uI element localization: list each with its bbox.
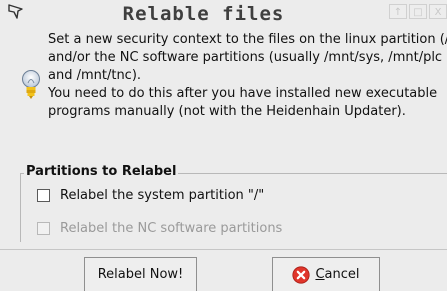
info-line: Set a new security context to the files … — [48, 32, 447, 47]
relabel-system-partition-option[interactable]: Relabel the system partition "/" — [37, 186, 264, 204]
relable-files-dialog: Relable files ↑ □ X Set a new security c… — [0, 0, 447, 291]
cancel-icon — [292, 265, 311, 284]
cancel-button[interactable]: Cancel — [272, 257, 380, 291]
relabel-system-partition-checkbox[interactable] — [37, 188, 50, 202]
relabel-now-button[interactable]: Relabel Now! — [84, 257, 197, 291]
button-separator — [0, 249, 447, 250]
cancel-label-rest: ancel — [324, 267, 360, 282]
info-line: and/or the NC software partitions (usual… — [48, 50, 443, 65]
window-controls: ↑ □ X — [389, 4, 447, 20]
cancel-mnemonic: C — [315, 267, 325, 282]
shade-up-icon[interactable]: ↑ — [389, 4, 407, 19]
info-line: You need to do this after you have insta… — [48, 86, 438, 101]
window-title: Relable files — [122, 3, 285, 25]
partitions-group-title: Partitions to Relabel — [24, 163, 179, 181]
cancel-label: Cancel — [315, 267, 359, 282]
relabel-nc-partitions-label: Relabel the NC software partitions — [60, 220, 283, 236]
relabel-system-partition-label[interactable]: Relabel the system partition "/" — [60, 188, 264, 203]
lightbulb-icon — [22, 70, 40, 99]
close-icon[interactable]: X — [429, 4, 447, 19]
relabel-now-label: Relabel Now! — [97, 267, 184, 282]
info-line: and /mnt/tnc). — [48, 68, 142, 83]
title-bar[interactable]: Relable files ↑ □ X — [0, 0, 447, 24]
info-line: programs manually (not with the Heidenha… — [48, 104, 406, 119]
maximize-icon[interactable]: □ — [409, 4, 427, 19]
relabel-nc-partitions-option: Relabel the NC software partitions — [37, 219, 282, 237]
info-message: Set a new security context to the files … — [48, 31, 447, 121]
relabel-nc-partitions-checkbox — [37, 221, 50, 235]
